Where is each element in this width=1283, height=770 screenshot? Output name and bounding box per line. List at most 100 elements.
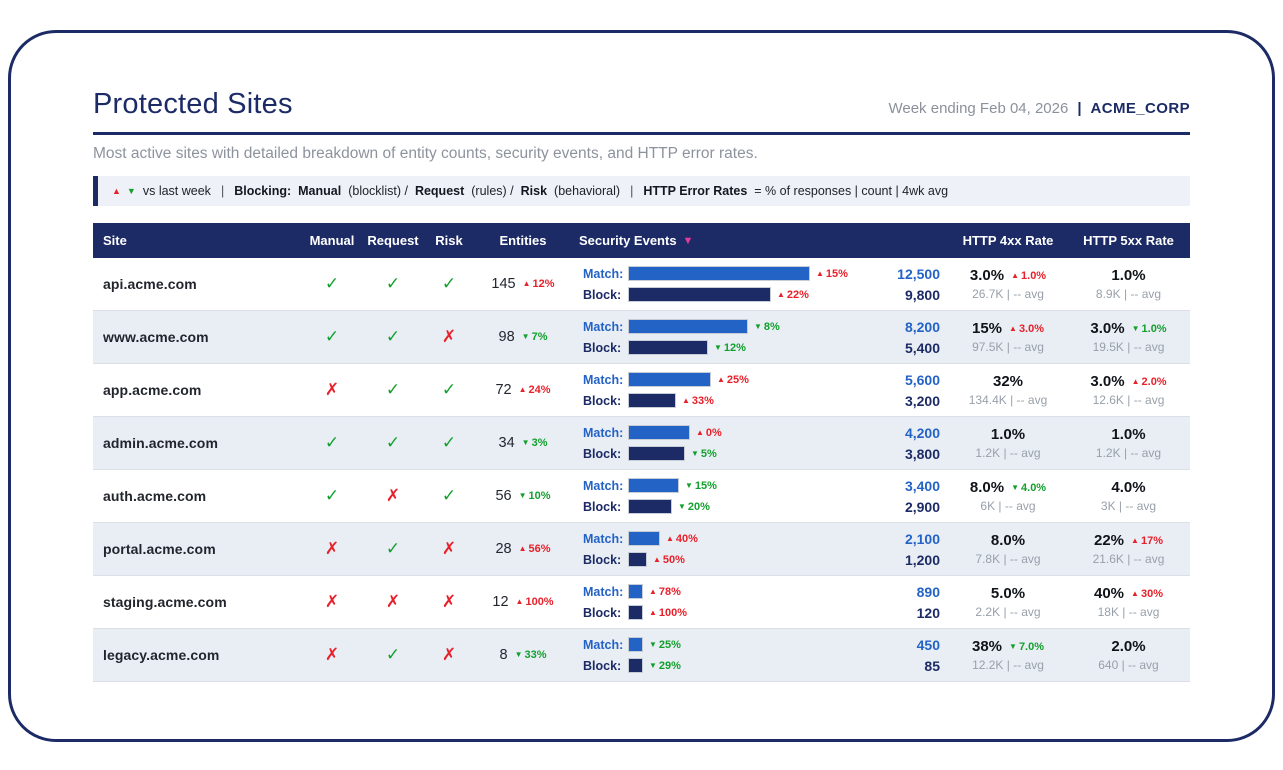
http-5xx-rate-value: 2.0% — [1111, 638, 1145, 655]
match-label: Match: — [583, 638, 629, 652]
legend-down-triangle-icon: ▼ — [127, 187, 136, 196]
block-count: 3,200 — [905, 393, 940, 409]
table-row: app.acme.com✗✓✓72▲24%Match:▲25%5,600Bloc… — [93, 364, 1190, 417]
entities-delta: ▲56% — [519, 543, 551, 555]
page-header: Protected Sites Week ending Feb 04, 2026… — [93, 88, 1190, 121]
delta-value: 25% — [659, 639, 681, 651]
block-bar — [629, 447, 684, 460]
delta-value: 1.0% — [1021, 270, 1046, 282]
entities-value: 145 — [491, 276, 515, 292]
report-page: Protected Sites Week ending Feb 04, 2026… — [93, 88, 1190, 682]
site-name: api.acme.com — [93, 276, 303, 292]
block-delta: ▼29% — [649, 660, 681, 672]
protected-sites-table: Site Manual Request Risk Entities Securi… — [93, 223, 1190, 682]
block-bar — [629, 500, 671, 513]
legend-risk-note: (behavioral) — [554, 184, 620, 198]
http-4xx-delta: ▼7.0% — [1009, 641, 1044, 653]
down-triangle-icon: ▼ — [649, 662, 657, 670]
block-label: Block: — [583, 500, 629, 514]
down-triangle-icon: ▼ — [714, 344, 722, 352]
block-delta: ▼5% — [691, 448, 717, 460]
legend-vs-last-week: vs last week — [143, 184, 211, 198]
entities-cell: 98▼7% — [473, 329, 573, 345]
manual-check-icon: ✓ — [303, 486, 361, 506]
http-5xx-count-avg: 19.5K | -- avg — [1068, 340, 1189, 354]
entities-delta: ▼3% — [522, 437, 548, 449]
http-5xx-cell: 22%▲17%21.6K | -- avg — [1068, 532, 1189, 566]
request-check-icon: ✓ — [361, 380, 425, 400]
entities-delta: ▼10% — [519, 490, 551, 502]
site-name: app.acme.com — [93, 382, 303, 398]
security-match-row: Match:▼8%8,200 — [583, 317, 940, 336]
http-4xx-rate: 8.0% — [948, 532, 1068, 549]
col-header-site[interactable]: Site — [93, 233, 303, 248]
block-label: Block: — [583, 288, 629, 302]
page-title: Protected Sites — [93, 88, 293, 121]
col-header-risk[interactable]: Risk — [425, 233, 473, 248]
entities-value: 28 — [495, 541, 511, 557]
delta-value: 22% — [787, 289, 809, 301]
legend-manual-label: Manual — [298, 184, 341, 198]
security-block-row: Block:▲33%3,200 — [583, 391, 940, 410]
up-triangle-icon: ▲ — [523, 280, 531, 288]
risk-cross-icon: ✗ — [425, 592, 473, 612]
block-label: Block: — [583, 606, 629, 620]
match-delta: ▲15% — [816, 268, 848, 280]
request-check-icon: ✓ — [361, 327, 425, 347]
match-count: 8,200 — [905, 319, 940, 335]
http-4xx-rate-value: 38% — [972, 638, 1002, 655]
http-4xx-rate-value: 8.0% — [970, 479, 1004, 496]
http-4xx-rate-value: 3.0% — [970, 267, 1004, 284]
down-triangle-icon: ▼ — [649, 641, 657, 649]
delta-value: 3% — [532, 437, 548, 449]
manual-check-icon: ✓ — [303, 274, 361, 294]
up-triangle-icon: ▲ — [1011, 272, 1019, 280]
down-triangle-icon: ▼ — [685, 482, 693, 490]
delta-value: 50% — [663, 554, 685, 566]
legend-manual-note: (blocklist) / — [348, 184, 408, 198]
up-triangle-icon: ▲ — [1131, 537, 1139, 545]
http-5xx-delta: ▼1.0% — [1132, 323, 1167, 335]
block-delta: ▲22% — [777, 289, 809, 301]
delta-value: 17% — [1141, 535, 1163, 547]
down-triangle-icon: ▼ — [1011, 484, 1019, 492]
delta-value: 33% — [524, 649, 546, 661]
security-events-cell: Match:▼25%450Block:▼29%85 — [573, 633, 948, 677]
site-name: auth.acme.com — [93, 488, 303, 504]
table-row: admin.acme.com✓✓✓34▼3%Match:▲0%4,200Bloc… — [93, 417, 1190, 470]
delta-value: 24% — [529, 384, 551, 396]
col-header-request[interactable]: Request — [361, 233, 425, 248]
block-bar — [629, 394, 675, 407]
match-bar — [629, 585, 642, 598]
up-triangle-icon: ▲ — [1132, 378, 1140, 386]
http-4xx-rate: 15%▲3.0% — [948, 320, 1068, 337]
match-delta: ▼8% — [754, 321, 780, 333]
col-header-http-4xx[interactable]: HTTP 4xx Rate — [948, 233, 1068, 248]
col-header-http-5xx[interactable]: HTTP 5xx Rate — [1068, 233, 1189, 248]
col-header-entities[interactable]: Entities — [473, 233, 573, 248]
block-label: Block: — [583, 659, 629, 673]
request-check-icon: ✓ — [361, 274, 425, 294]
request-check-icon: ✓ — [361, 645, 425, 665]
entities-cell: 34▼3% — [473, 435, 573, 451]
security-match-row: Match:▲15%12,500 — [583, 264, 940, 283]
block-count: 5,400 — [905, 340, 940, 356]
http-4xx-cell: 8.0%▼4.0%6K | -- avg — [948, 479, 1068, 513]
col-header-security-events[interactable]: Security Events ▼ — [573, 233, 948, 248]
http-4xx-cell: 3.0%▲1.0%26.7K | -- avg — [948, 267, 1068, 301]
col-header-manual[interactable]: Manual — [303, 233, 361, 248]
manual-cross-icon: ✗ — [303, 645, 361, 665]
block-count: 85 — [924, 658, 940, 674]
week-ending-label: Week ending Feb 04, 2026 — [888, 100, 1068, 117]
security-block-row: Block: ▼29% 85 — [583, 656, 940, 675]
block-bar — [629, 553, 646, 566]
up-triangle-icon: ▲ — [653, 556, 661, 564]
up-triangle-icon: ▲ — [666, 535, 674, 543]
delta-value: 7% — [532, 331, 548, 343]
match-delta: ▼25% — [649, 639, 681, 651]
security-events-cell: Match:▼15%3,400Block:▼20%2,900 — [573, 474, 948, 518]
match-delta: ▲0% — [696, 427, 722, 439]
http-5xx-cell: 2.0%640 | -- avg — [1068, 638, 1189, 672]
match-count: 5,600 — [905, 372, 940, 388]
legend-risk-label: Risk — [521, 184, 547, 198]
